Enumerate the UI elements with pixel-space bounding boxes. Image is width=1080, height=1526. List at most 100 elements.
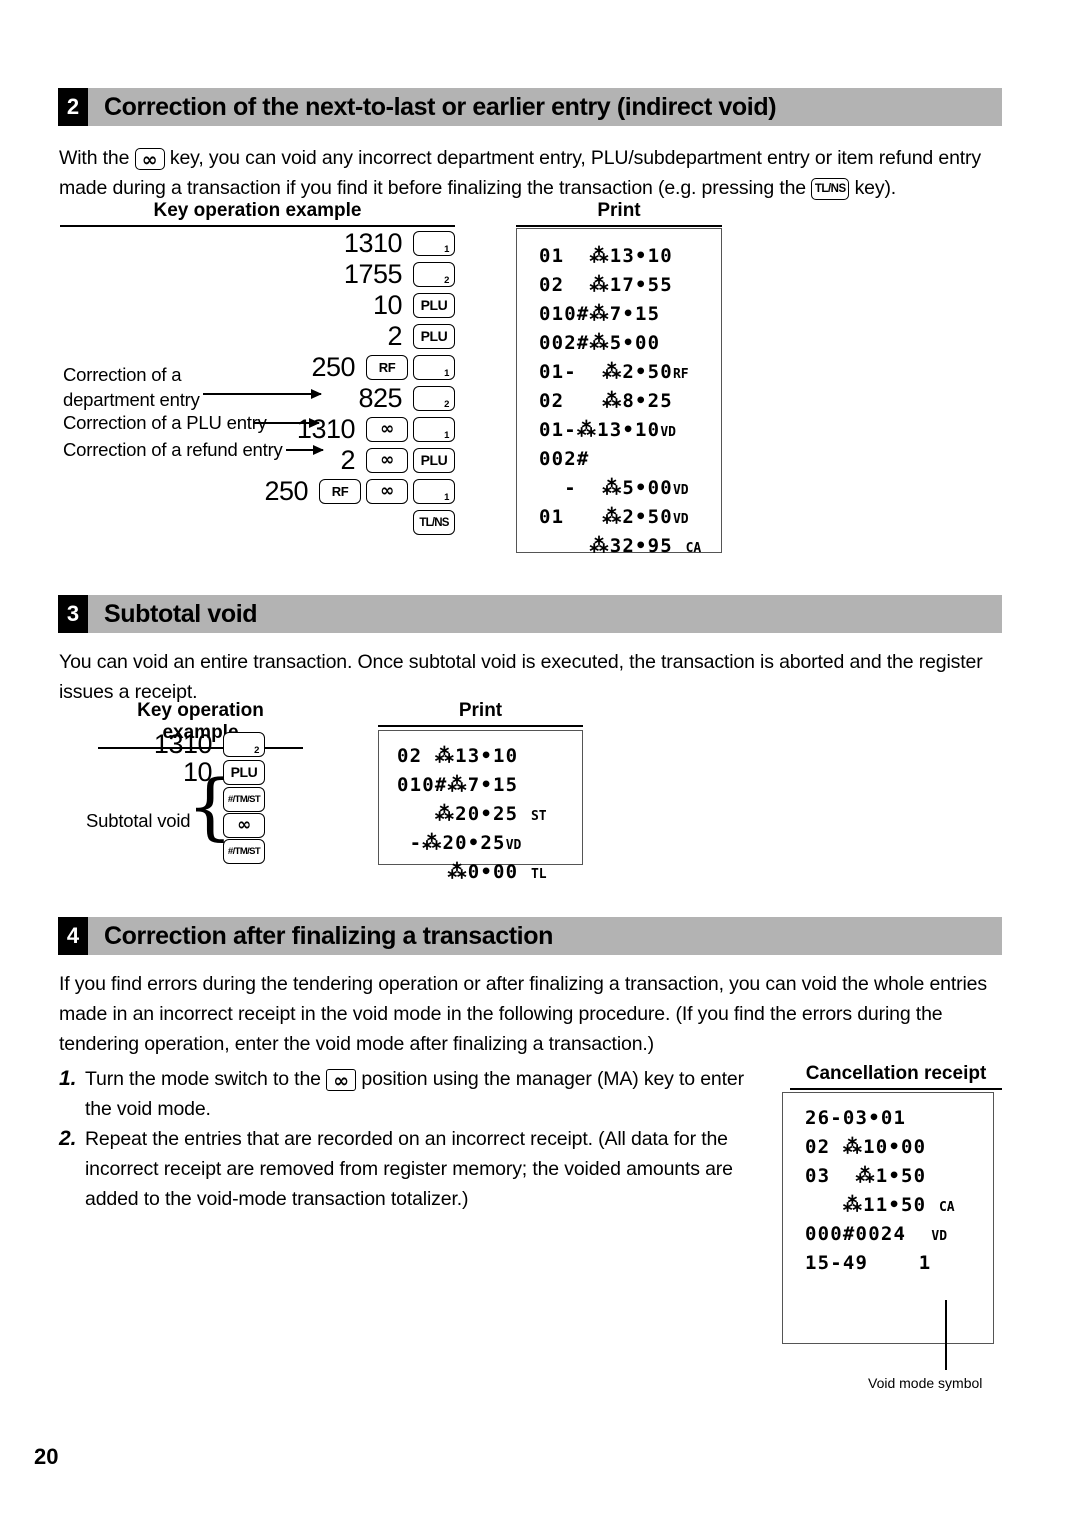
plu-key[interactable]: PLU (413, 448, 455, 473)
arrow-plu-entry (253, 418, 320, 428)
receipt-indirect-void: 01 ⁂13•10 02 ⁂17•55 010#⁂7•15 002#⁂5•00 … (516, 228, 722, 557)
annotation-department-entry: Correction of a department entry (63, 364, 200, 410)
section-header-4: 4 Correction after finalizing a transact… (58, 917, 1002, 955)
key-amount: 1310 (296, 414, 356, 444)
manual-page: 2 Correction of the next-to-last or earl… (0, 0, 1080, 1526)
void-key[interactable]: ∞ (366, 448, 408, 473)
section-2-intro: With the ∞ key, you can void any incorre… (59, 143, 1003, 203)
section-title-bar-3: Subtotal void (88, 595, 1002, 633)
step-2: 2. Repeat the entries that are recorded … (59, 1124, 769, 1214)
section-number-3: 3 (58, 595, 88, 633)
step-number: 1. (59, 1067, 77, 1090)
key-amount: 2 (340, 445, 355, 475)
annotation-refund-entry: Correction of a refund entry (63, 439, 283, 460)
receipt-line: 03 ⁂1•50 (805, 1165, 927, 1187)
intro-text-c: key). (854, 177, 897, 199)
receipt-subtotal-void: 02 ⁂13•10 010#⁂7•15 ⁂20•25 ST -⁂20•25VD … (378, 730, 583, 883)
key-amount: 1755 (343, 259, 403, 289)
receipt-line: 010#⁂7•15 (397, 774, 519, 796)
key-row: TL/NS (205, 507, 455, 538)
receipt-line: 002#⁂5•00 (539, 332, 661, 354)
section-title-2: Correction of the next-to-last or earlie… (104, 92, 777, 121)
department-key-1[interactable]: 1 (413, 355, 455, 380)
section-title-4: Correction after finalizing a transactio… (104, 921, 553, 950)
arrow-refund-entry (286, 445, 324, 455)
plu-key[interactable]: PLU (413, 293, 455, 318)
receipt-line: 15-49 1 (805, 1252, 932, 1274)
key-row: 1310 1 (205, 228, 455, 259)
receipt-line: 02 ⁂17•55 (539, 274, 673, 296)
key-amount: 825 (358, 383, 402, 413)
receipt-line: 02 ⁂10•00 (805, 1136, 927, 1158)
key-row: 1755 2 (205, 259, 455, 290)
receipt-line: 26-03•01 (805, 1107, 907, 1129)
key-amount: 1310 (343, 228, 403, 258)
void-key[interactable]: ∞ (366, 479, 408, 504)
key-amount: 1310 (153, 729, 213, 759)
section-4-intro: If you find errors during the tendering … (59, 973, 987, 1055)
void-key-icon: ∞ (134, 147, 165, 170)
receipt-line: 02 ⁂13•10 (397, 745, 519, 767)
annotation-subtotal-void: Subtotal void (86, 810, 191, 831)
receipt-line: 002# (539, 448, 590, 470)
rf-key[interactable]: RF (366, 355, 408, 380)
key-amount: 10 (372, 290, 403, 320)
receipt-cancellation: 26-03•01 02 ⁂10•00 03 ⁂1•50 ⁂11•50 CA 00… (782, 1092, 994, 1344)
annotation-plu-entry: Correction of a PLU entry (63, 412, 267, 433)
rf-key[interactable]: RF (319, 479, 361, 504)
step-text: Repeat the entries that are recorded on … (85, 1128, 733, 1210)
department-key-2[interactable]: 2 (413, 386, 455, 411)
receipt-line: ⁂20•25 ST (397, 803, 547, 825)
receipt-line: 01 ⁂13•10 (539, 245, 673, 267)
key-amount: 2 (387, 321, 402, 351)
receipt-line: -⁂20•25VD (397, 832, 522, 854)
void-mode-switch-icon: ∞ (326, 1068, 357, 1091)
step-1: 1. Turn the mode switch to the ∞ positio… (59, 1064, 769, 1124)
section-number-4: 4 (58, 917, 88, 955)
caption-print-3: Print (378, 700, 583, 727)
step-text: Turn the mode switch to the ∞ position u… (85, 1068, 744, 1120)
callout-leader-line (945, 1300, 947, 1370)
section-header-3: 3 Subtotal void (58, 595, 1002, 633)
section-title-3: Subtotal void (104, 599, 258, 628)
section-title-bar-2: Correction of the next-to-last or earlie… (88, 88, 1002, 126)
caption-key-operation-2: Key operation example (60, 200, 455, 227)
brace-icon: { (187, 764, 233, 848)
key-sequence-2: 1310 1 1755 2 10 PLU 2 PLU 250 RF 1 825 2 1310 ∞… (205, 228, 455, 538)
void-key[interactable]: ∞ (366, 417, 408, 442)
plu-key[interactable]: PLU (413, 324, 455, 349)
receipt-line: 000#0024 VD (805, 1223, 948, 1245)
procedure-steps: 1. Turn the mode switch to the ∞ positio… (59, 1064, 769, 1214)
department-key-2[interactable]: 2 (413, 262, 455, 287)
caption-cancellation-receipt: Cancellation receipt (790, 1063, 1002, 1090)
section-title-bar-4: Correction after finalizing a transactio… (88, 917, 1002, 955)
key-row: 1310 2 (120, 729, 265, 759)
receipt-line: 01-⁂13•10VD (539, 419, 676, 441)
step-number: 2. (59, 1127, 77, 1150)
intro-text-a: With the (59, 147, 130, 169)
key-row: 250 RF ∞ 1 (205, 476, 455, 507)
arrow-department-entry (203, 389, 322, 399)
receipt-line: 01 ⁂2•50VD (539, 506, 689, 528)
receipt-line: ⁂32•95 CA (539, 535, 702, 557)
department-key-1[interactable]: 1 (413, 479, 455, 504)
receipt-line: 010#⁂7•15 (539, 303, 661, 325)
receipt-line: ⁂0•00 TL (397, 861, 547, 883)
section-header-2: 2 Correction of the next-to-last or earl… (58, 88, 1002, 126)
page-number: 20 (34, 1444, 59, 1469)
section-number-2: 2 (58, 88, 88, 126)
key-amount: 250 (264, 476, 308, 506)
tlns-key[interactable]: TL/NS (413, 510, 455, 535)
caption-print-2: Print (516, 200, 722, 227)
key-row: 250 RF 1 (205, 352, 455, 383)
callout-void-mode-symbol: Void mode symbol (868, 1375, 983, 1391)
key-amount: 250 (311, 352, 355, 382)
key-row: 10 PLU (205, 290, 455, 321)
section-3-intro: You can void an entire transaction. Once… (59, 651, 983, 703)
receipt-line: 02 ⁂8•25 (539, 390, 673, 412)
department-key-1[interactable]: 1 (413, 417, 455, 442)
receipt-line: - ⁂5•00VD (539, 477, 689, 499)
receipt-line: 01- ⁂2•50RF (539, 361, 689, 383)
department-key-1[interactable]: 1 (413, 231, 455, 256)
department-key-2[interactable]: 2 (223, 732, 265, 757)
